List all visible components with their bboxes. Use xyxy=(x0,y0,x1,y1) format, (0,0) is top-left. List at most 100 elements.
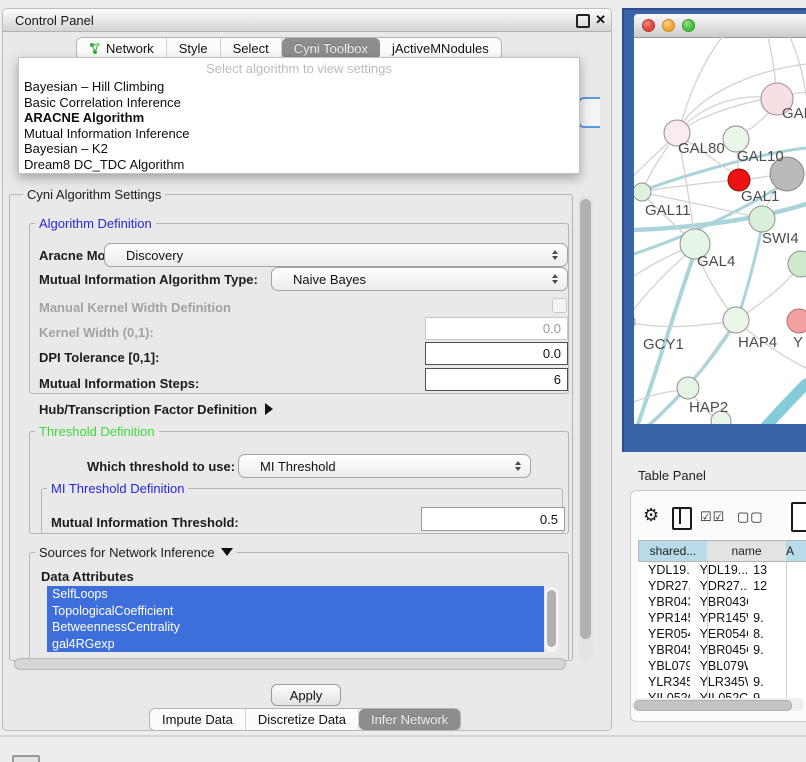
mi-threshold-input[interactable]: 0.5 xyxy=(421,507,565,531)
node-label-gal80: GAL80 xyxy=(678,140,725,157)
attribute-gal4rgexp[interactable]: gal4RGexp xyxy=(47,636,544,653)
settings-horizontal-thumb[interactable] xyxy=(14,658,566,670)
table-cell: YBL079W xyxy=(690,658,749,674)
table-horizontal-thumb[interactable] xyxy=(634,700,792,711)
network-edge xyxy=(737,222,763,321)
table-cell: YDR27... xyxy=(690,578,749,594)
tab-style[interactable]: Style xyxy=(167,38,221,59)
aracne-mode-select[interactable]: Discovery xyxy=(104,243,568,267)
table-row[interactable]: YBL079WYBL079W xyxy=(638,658,806,674)
table-header-row: shared...nameA xyxy=(638,540,806,562)
table-cell: YBL079W xyxy=(638,658,690,674)
apply-button[interactable]: Apply xyxy=(271,684,341,706)
algorithm-option-bayesian-k2[interactable]: Bayesian – K2 xyxy=(24,141,574,157)
algorithm-options-list: Bayesian – Hill ClimbingBasic Correlatio… xyxy=(24,79,574,173)
dpi-tolerance-input[interactable]: 0.0 xyxy=(425,342,568,365)
screen: Control Panel ✕ NetworkStyleSelectCyni T… xyxy=(0,0,806,762)
bottom-tab-bar: Impute DataDiscretize DataInfer Network xyxy=(149,708,461,731)
settings-vertical-thumb[interactable] xyxy=(580,199,591,639)
split-panel-icon[interactable] xyxy=(672,507,692,530)
table-row[interactable]: YPR145WYPR145W9. xyxy=(638,610,806,626)
network-node-gcy1[interactable] xyxy=(634,313,635,331)
table-row[interactable]: YIL052CYIL052C9 xyxy=(638,690,806,698)
tab-cyni-toolbox[interactable]: Cyni Toolbox xyxy=(282,38,380,59)
network-node-y[interactable] xyxy=(787,309,806,333)
deselect-all-icon[interactable]: ▢▢ xyxy=(737,509,764,525)
tab-jactivemnodules[interactable]: jActiveMNodules xyxy=(380,38,501,59)
attribute-betweennesscentrality[interactable]: BetweennessCentrality xyxy=(47,619,544,636)
tab-impute-data[interactable]: Impute Data xyxy=(150,709,246,730)
attributes-scrollbar[interactable] xyxy=(545,587,558,652)
table-row[interactable]: YER054CYER054C8. xyxy=(638,626,806,642)
network-window-titlebar[interactable] xyxy=(634,14,806,38)
node-label-y: Y xyxy=(793,334,803,351)
network-window-frame: GALGAL80GAL10GAL1GAL11SWI4GAL4GCY1HAP4YH… xyxy=(622,8,806,452)
select-all-checks-icon[interactable]: ☑☑ xyxy=(700,509,725,525)
algorithm-option-dream8-dc-tdc-algorithm[interactable]: Dream8 DC_TDC Algorithm xyxy=(24,157,574,173)
table-cell xyxy=(748,658,806,674)
float-window-icon[interactable] xyxy=(576,14,590,28)
mi-algorithm-select[interactable]: Naive Bayes xyxy=(271,267,568,291)
network-node-gal11[interactable] xyxy=(634,183,651,201)
stepper-icon xyxy=(552,274,558,284)
table-cell: YIL052C xyxy=(638,690,690,698)
network-node-node[interactable] xyxy=(788,251,806,277)
node-label-hap4: HAP4 xyxy=(738,334,777,351)
zoom-window-icon[interactable] xyxy=(682,19,695,32)
table-row[interactable]: YBR043CYBR043C xyxy=(638,594,806,610)
mi-steps-input[interactable]: 6 xyxy=(425,368,568,391)
algorithm-option-bayesian-hill-climbing[interactable]: Bayesian – Hill Climbing xyxy=(24,79,574,95)
data-attributes-label: Data Attributes xyxy=(41,569,134,584)
network-node-hap2[interactable] xyxy=(677,377,699,399)
hub-definition-toggle[interactable]: Hub/Transcription Factor Definition xyxy=(39,402,273,417)
network-node-swi4[interactable] xyxy=(749,206,775,232)
mi-steps-label: Mutual Information Steps: xyxy=(39,376,199,391)
cyni-settings-title: Cyni Algorithm Settings xyxy=(23,187,165,202)
column-header-shared[interactable]: shared... xyxy=(638,540,707,562)
algorithm-option-basic-correlation-inference[interactable]: Basic Correlation Inference xyxy=(24,95,574,111)
node-label-gal: GAL xyxy=(782,105,806,122)
close-window-icon[interactable] xyxy=(642,19,655,32)
table-row[interactable]: YBR045CYBR045C9. xyxy=(638,642,806,658)
tab-infer-network[interactable]: Infer Network xyxy=(359,709,460,730)
minimize-window-icon[interactable] xyxy=(662,19,675,32)
table-horizontal-scrollbar[interactable] xyxy=(632,698,804,711)
manual-kernel-checkbox[interactable] xyxy=(552,298,567,313)
node-label-hap2: HAP2 xyxy=(689,399,728,416)
sources-toggle[interactable]: Sources for Network Inference xyxy=(35,545,237,560)
network-node-hap4[interactable] xyxy=(723,307,749,333)
table-cell: YPR145W xyxy=(690,610,749,626)
table-row[interactable]: YLR345WYLR345W9. xyxy=(638,674,806,690)
table-cell: YPR145W xyxy=(638,610,690,626)
algorithm-option-aracne-algorithm[interactable]: ARACNE Algorithm xyxy=(24,110,574,126)
column-header-name[interactable]: name xyxy=(707,540,786,562)
algorithm-combo-fragment[interactable] xyxy=(578,97,600,128)
bottom-divider xyxy=(0,735,806,737)
dpi-tolerance-label: DPI Tolerance [0,1]: xyxy=(39,350,159,365)
gear-icon[interactable]: ⚙ xyxy=(643,505,659,526)
stepper-icon xyxy=(552,250,558,260)
tab-discretize-data[interactable]: Discretize Data xyxy=(246,709,359,730)
kernel-width-input[interactable]: 0.0 xyxy=(425,317,568,340)
which-threshold-select[interactable]: MI Threshold xyxy=(238,454,531,478)
tab-select[interactable]: Select xyxy=(221,38,282,59)
column-header-a[interactable]: A xyxy=(786,540,806,562)
table-row[interactable]: YDL19...YDL19...13 xyxy=(638,562,806,578)
settings-vertical-scrollbar[interactable] xyxy=(578,196,593,659)
attributes-scrollbar-thumb[interactable] xyxy=(547,590,556,647)
algorithm-option-mutual-information-inference[interactable]: Mutual Information Inference xyxy=(24,126,574,142)
table-row[interactable]: YDR27...YDR27...12 xyxy=(638,578,806,594)
settings-horizontal-scrollbar[interactable] xyxy=(11,657,571,670)
column-divider xyxy=(707,562,708,698)
attribute-selfloops[interactable]: SelfLoops xyxy=(47,586,544,603)
control-panel-titlebar: Control Panel ✕ xyxy=(3,9,611,32)
document-icon[interactable] xyxy=(791,502,806,532)
tab-network[interactable]: Network xyxy=(77,38,167,59)
network-canvas[interactable]: GALGAL80GAL10GAL1GAL11SWI4GAL4GCY1HAP4YH… xyxy=(634,37,806,424)
close-icon[interactable]: ✕ xyxy=(595,12,606,28)
network-tab-icon xyxy=(89,42,101,55)
attribute-topologicalcoefficient[interactable]: TopologicalCoefficient xyxy=(47,603,544,620)
sources-title: Sources for Network Inference xyxy=(39,545,215,560)
bottom-left-button-fragment[interactable] xyxy=(12,755,40,762)
threshold-definition-title: Threshold Definition xyxy=(35,424,159,439)
